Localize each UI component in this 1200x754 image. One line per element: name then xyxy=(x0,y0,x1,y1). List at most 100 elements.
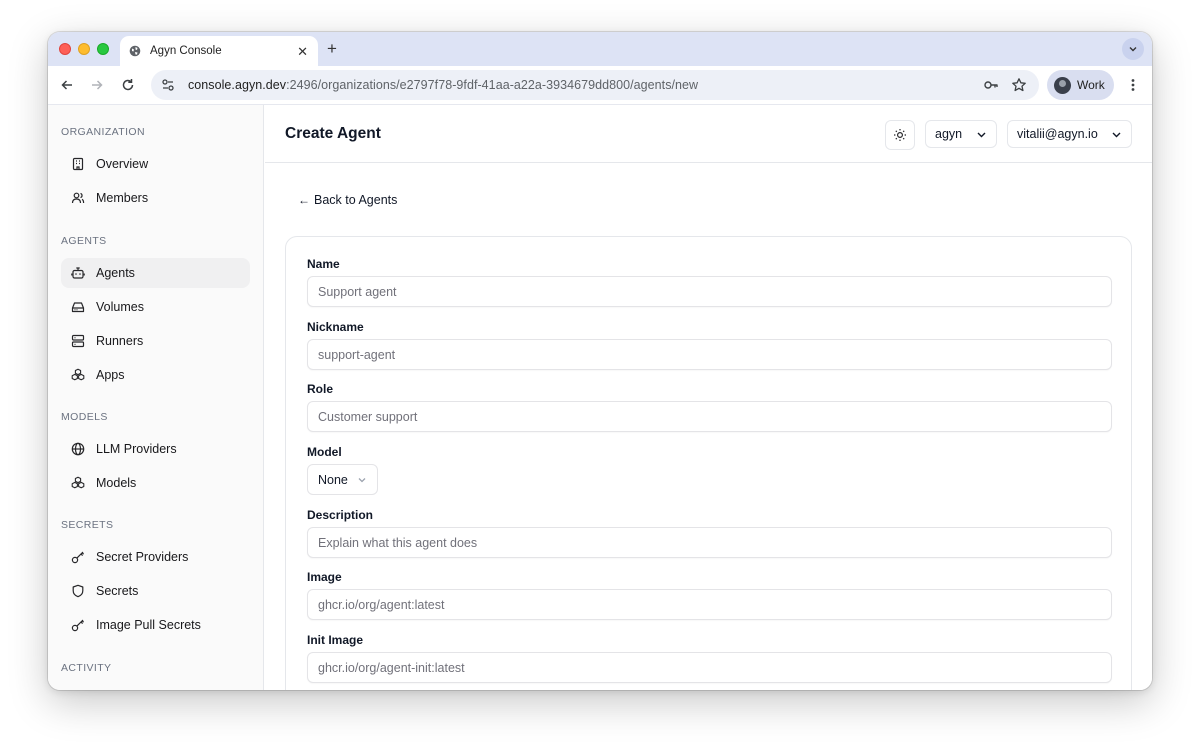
sidebar-item-label: Image Pull Secrets xyxy=(96,618,201,632)
tab-title: Agyn Console xyxy=(150,45,222,57)
sidebar-item-runners[interactable]: Runners xyxy=(61,326,250,356)
nickname-label: Nickname xyxy=(307,320,364,334)
name-label: Name xyxy=(307,257,340,271)
back-to-agents-link[interactable]: ← Back to Agents xyxy=(298,193,397,207)
main-content: Create Agent agyn vitalii@agyn.io ← Back… xyxy=(265,105,1152,690)
server-icon xyxy=(71,334,85,348)
user-menu-select[interactable]: vitalii@agyn.io xyxy=(1007,120,1132,148)
sidebar-item-llm-providers[interactable]: LLM Providers xyxy=(61,434,250,464)
browser-tab[interactable]: Agyn Console ✕ xyxy=(120,36,318,66)
avatar xyxy=(1054,76,1071,94)
url-host: console.agyn.dev xyxy=(188,78,287,92)
chevron-down-icon xyxy=(977,132,986,137)
theme-toggle-button[interactable] xyxy=(885,120,915,150)
model-select[interactable]: None xyxy=(307,464,378,495)
section-label-organization: ORGANIZATION xyxy=(61,126,145,138)
building-icon xyxy=(71,157,85,171)
description-label: Description xyxy=(307,508,374,522)
window-maximize-button[interactable] xyxy=(97,43,109,55)
sidebar-item-members[interactable]: Members xyxy=(61,183,250,213)
create-agent-form: Name Nickname Role Model None Descriptio… xyxy=(285,236,1132,690)
globe-icon xyxy=(129,45,141,57)
arrow-left-icon xyxy=(61,80,72,90)
boxes-icon xyxy=(71,476,85,490)
sidebar-item-secret-providers[interactable]: Secret Providers xyxy=(61,542,250,572)
bot-icon xyxy=(71,266,85,280)
sidebar-item-label: Apps xyxy=(96,368,125,382)
name-input[interactable] xyxy=(307,276,1112,307)
hard-drive-icon xyxy=(71,300,85,314)
sidebar-item-label: Models xyxy=(96,476,137,490)
nickname-input[interactable] xyxy=(307,339,1112,370)
tab-bar: Agyn Console ✕ + xyxy=(48,32,1152,66)
new-tab-button[interactable]: + xyxy=(327,39,337,59)
url-text: console.agyn.dev:2496/organizations/e279… xyxy=(188,78,698,92)
section-label-secrets: SECRETS xyxy=(61,519,114,531)
back-button[interactable] xyxy=(58,76,76,94)
sidebar-item-apps[interactable]: Apps xyxy=(61,360,250,390)
image-label: Image xyxy=(307,570,342,584)
sidebar-item-label: Secret Providers xyxy=(96,550,189,564)
sidebar-item-label: Volumes xyxy=(96,300,144,314)
section-label-models: MODELS xyxy=(61,411,108,423)
profile-button[interactable]: Work xyxy=(1047,70,1114,100)
sidebar-item-overview[interactable]: Overview xyxy=(61,149,250,179)
sidebar-item-agents[interactable]: Agents xyxy=(61,258,250,288)
sidebar-item-image-pull-secrets[interactable]: Image Pull Secrets xyxy=(61,610,250,640)
more-vertical-icon xyxy=(1131,79,1135,91)
user-menu-value: vitalii@agyn.io xyxy=(1017,127,1098,141)
organization-select[interactable]: agyn xyxy=(925,120,997,148)
window-minimize-button[interactable] xyxy=(78,43,90,55)
arrow-right-icon xyxy=(92,80,103,90)
bookmark-star-icon[interactable] xyxy=(1011,77,1027,98)
chevron-down-icon xyxy=(358,477,366,482)
role-label: Role xyxy=(307,382,334,396)
sidebar-item-label: LLM Providers xyxy=(96,442,177,456)
sidebar-item-label: Agents xyxy=(96,266,135,280)
boxes-icon xyxy=(71,368,85,382)
sidebar-item-label: Overview xyxy=(96,157,149,171)
sidebar: ORGANIZATION Overview Members AGENTS Age… xyxy=(48,105,264,690)
page-header: Create Agent agyn vitalii@agyn.io xyxy=(265,105,1152,163)
browser-window: Agyn Console ✕ + console.agyn.dev:2496/o… xyxy=(48,32,1152,690)
sidebar-item-secrets[interactable]: Secrets xyxy=(61,576,250,606)
profile-label: Work xyxy=(1077,78,1105,92)
description-input[interactable] xyxy=(307,527,1112,558)
site-settings-icon[interactable] xyxy=(160,77,176,93)
key-icon xyxy=(71,550,85,564)
model-select-value: None xyxy=(318,472,348,487)
model-label: Model xyxy=(307,445,342,459)
image-input[interactable] xyxy=(307,589,1112,620)
url-path: :2496/organizations/e2797f78-9fdf-41aa-a… xyxy=(286,78,699,92)
browser-toolbar: console.agyn.dev:2496/organizations/e279… xyxy=(48,66,1152,105)
arrow-left-icon: ← xyxy=(298,193,310,207)
organization-select-value: agyn xyxy=(935,127,963,141)
forward-button[interactable] xyxy=(88,76,106,94)
browser-menu-button[interactable] xyxy=(1126,76,1140,94)
chevron-down-icon xyxy=(1129,47,1137,52)
password-key-icon[interactable] xyxy=(983,77,999,98)
sun-icon xyxy=(894,129,906,141)
section-label-activity: ACTIVITY xyxy=(61,662,112,674)
sidebar-item-label: Runners xyxy=(96,334,144,348)
sidebar-item-label: Secrets xyxy=(96,584,139,598)
init-image-input[interactable] xyxy=(307,652,1112,683)
tab-search-button[interactable] xyxy=(1122,38,1144,60)
section-label-agents: AGENTS xyxy=(61,235,107,247)
address-bar[interactable]: console.agyn.dev:2496/organizations/e279… xyxy=(151,70,1039,100)
tab-close-icon[interactable]: ✕ xyxy=(297,45,308,58)
key-icon xyxy=(71,618,85,632)
init-image-label: Init Image xyxy=(307,633,364,647)
window-close-button[interactable] xyxy=(59,43,71,55)
reload-icon xyxy=(122,79,134,91)
users-icon xyxy=(71,191,85,205)
role-input[interactable] xyxy=(307,401,1112,432)
reload-button[interactable] xyxy=(119,76,137,94)
chevron-down-icon xyxy=(1112,132,1121,137)
back-link-label: Back to Agents xyxy=(314,193,398,207)
shield-icon xyxy=(71,584,85,598)
sidebar-item-models[interactable]: Models xyxy=(61,468,250,498)
sidebar-item-volumes[interactable]: Volumes xyxy=(61,292,250,322)
sidebar-item-label: Members xyxy=(96,191,149,205)
page-title: Create Agent xyxy=(285,125,381,142)
